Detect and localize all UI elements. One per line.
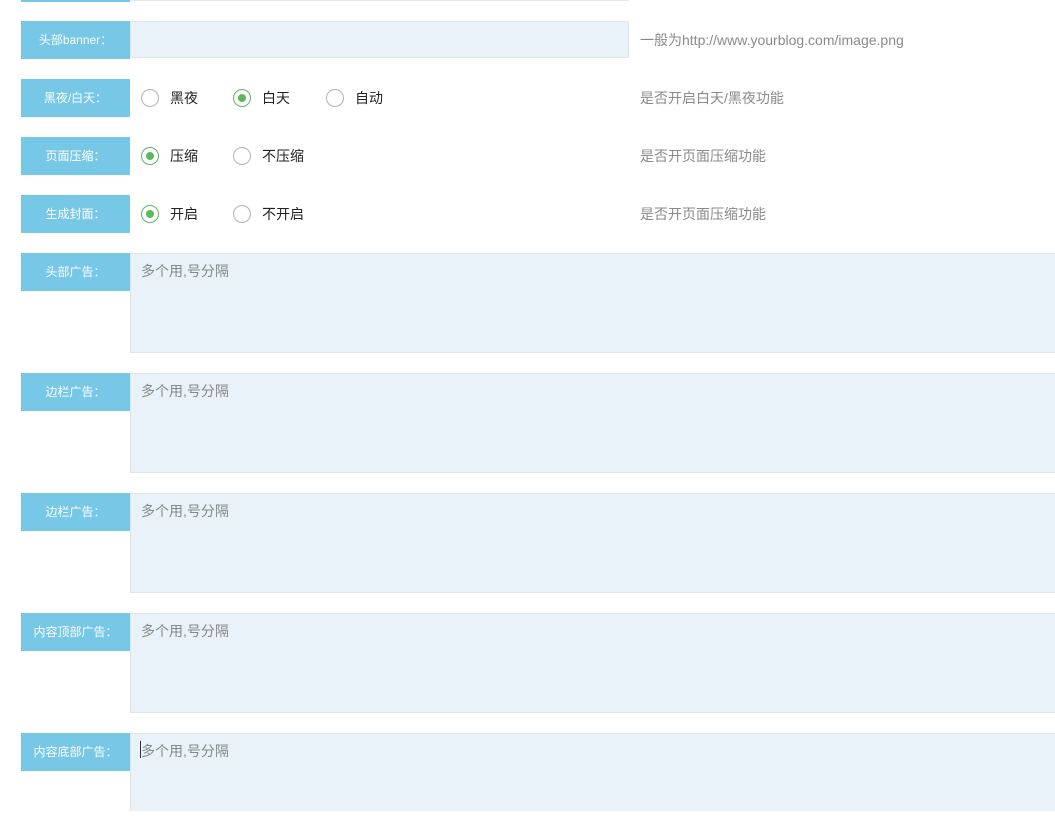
- night-day-option-night[interactable]: 黑夜: [141, 79, 198, 117]
- cover-hint: 是否开页面压缩功能: [640, 195, 766, 233]
- previous-field-input-edge: [130, 0, 629, 1]
- banner-label: 头部banner：: [21, 21, 130, 59]
- previous-field-label-edge: [21, 0, 130, 2]
- cover-option-on[interactable]: 开启: [141, 195, 198, 233]
- radio-checked-icon: [141, 147, 159, 165]
- night-day-hint: 是否开启白天/黑夜功能: [640, 79, 784, 117]
- radio-circle-icon: [326, 89, 344, 107]
- cover-label: 生成封面：: [21, 195, 130, 233]
- compress-option-on[interactable]: 压缩: [141, 137, 198, 175]
- content-top-ad-label: 内容顶部广告：: [21, 613, 130, 651]
- night-day-option-day[interactable]: 白天: [233, 79, 290, 117]
- compress-hint: 是否开页面压缩功能: [640, 137, 766, 175]
- sidebar-ad-label-1: 边栏广告：: [21, 373, 130, 411]
- radio-checked-icon: [233, 89, 251, 107]
- header-ad-label: 头部广告：: [21, 253, 130, 291]
- night-day-option-auto[interactable]: 自动: [326, 79, 383, 117]
- content-top-ad-textarea[interactable]: [130, 613, 1055, 713]
- banner-input[interactable]: [130, 21, 629, 58]
- header-ad-textarea[interactable]: [130, 253, 1055, 353]
- night-day-label: 黑夜/白天：: [21, 79, 130, 117]
- content-bottom-ad-textarea[interactable]: [130, 733, 1055, 811]
- radio-checked-icon: [141, 205, 159, 223]
- sidebar-ad-textarea-1[interactable]: [130, 373, 1055, 473]
- compress-label: 页面压缩：: [21, 137, 130, 175]
- radio-circle-icon: [233, 147, 251, 165]
- text-caret: [140, 741, 141, 758]
- banner-hint: 一般为http://www.yourblog.com/image.png: [640, 21, 904, 59]
- compress-option-off[interactable]: 不压缩: [233, 137, 304, 175]
- radio-circle-icon: [141, 89, 159, 107]
- cover-option-off[interactable]: 不开启: [233, 195, 304, 233]
- settings-form: 头部banner： 一般为http://www.yourblog.com/ima…: [0, 0, 1055, 825]
- content-bottom-ad-label: 内容底部广告：: [21, 733, 130, 771]
- sidebar-ad-label-2: 边栏广告：: [21, 493, 130, 531]
- radio-circle-icon: [233, 205, 251, 223]
- sidebar-ad-textarea-2[interactable]: [130, 493, 1055, 593]
